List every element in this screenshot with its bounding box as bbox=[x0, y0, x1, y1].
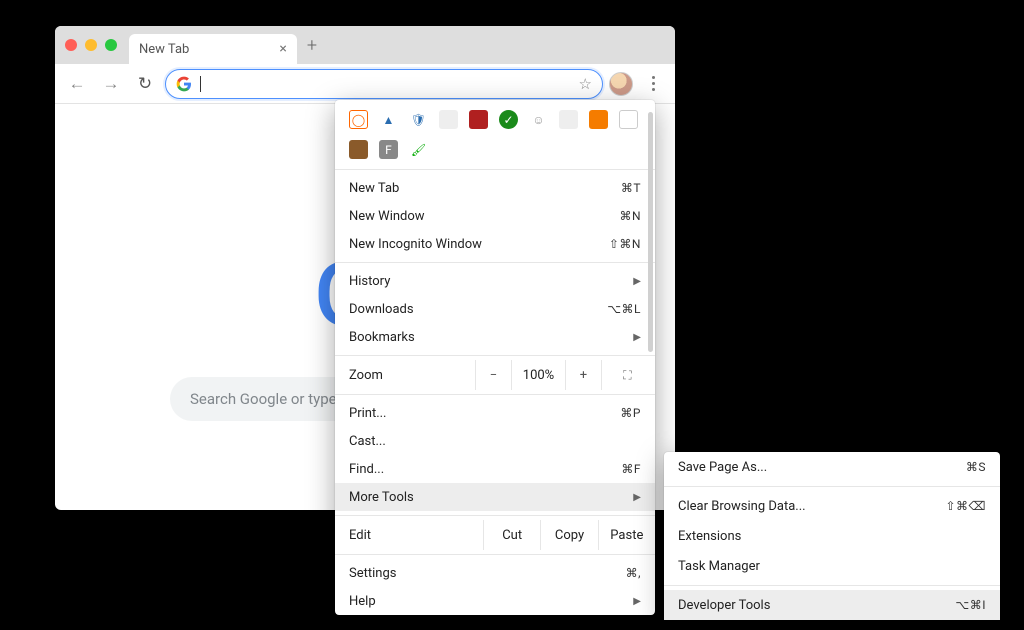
tab-title: New Tab bbox=[139, 42, 189, 57]
reload-button[interactable]: ↻ bbox=[131, 70, 159, 98]
back-button[interactable]: ← bbox=[63, 70, 91, 98]
tab-new-tab[interactable]: New Tab × bbox=[129, 34, 297, 64]
extension-icon[interactable]: 🖌 bbox=[409, 140, 428, 159]
menu-item-new-incognito[interactable]: New Incognito Window⇧⌘N bbox=[335, 230, 655, 258]
extension-icon[interactable] bbox=[349, 140, 368, 159]
maximize-window-button[interactable] bbox=[105, 39, 117, 51]
menu-item-history[interactable]: History▶ bbox=[335, 267, 655, 295]
extension-icon[interactable]: 🛡 bbox=[409, 110, 428, 129]
menu-scrollbar[interactable] bbox=[648, 112, 653, 352]
chevron-right-icon: ▶ bbox=[633, 492, 641, 503]
extensions-row: ◯ ▲ 🛡 ✓ ☺ F 🖌 bbox=[335, 100, 655, 165]
fullscreen-button[interactable]: ⛶ bbox=[601, 360, 655, 390]
menu-item-downloads[interactable]: Downloads⌥⌘L bbox=[335, 295, 655, 323]
menu-item-new-window[interactable]: New Window⌘N bbox=[335, 202, 655, 230]
extension-icon[interactable] bbox=[439, 110, 458, 129]
extension-icon[interactable]: ☺ bbox=[529, 110, 548, 129]
text-cursor bbox=[200, 76, 201, 92]
minimize-window-button[interactable] bbox=[85, 39, 97, 51]
menu-item-zoom: Zoom − 100% + ⛶ bbox=[335, 360, 655, 390]
submenu-item-extensions[interactable]: Extensions bbox=[664, 521, 1000, 551]
extension-icon[interactable]: ▲ bbox=[379, 110, 398, 129]
menu-item-more-tools[interactable]: More Tools▶ bbox=[335, 483, 655, 511]
close-tab-button[interactable]: × bbox=[279, 41, 286, 57]
zoom-level: 100% bbox=[511, 360, 565, 390]
chrome-menu-button[interactable] bbox=[639, 76, 667, 91]
titlebar: New Tab × + bbox=[55, 26, 675, 64]
extension-icon[interactable] bbox=[469, 110, 488, 129]
new-tab-button[interactable]: + bbox=[307, 35, 317, 56]
extension-icon[interactable] bbox=[619, 110, 638, 129]
forward-button[interactable]: → bbox=[97, 70, 125, 98]
extension-icon[interactable]: ◯ bbox=[349, 110, 368, 129]
extension-icon[interactable]: F bbox=[379, 140, 398, 159]
more-tools-submenu: Save Page As...⌘S Clear Browsing Data...… bbox=[664, 452, 1000, 620]
chevron-right-icon: ▶ bbox=[633, 276, 641, 287]
google-g-icon bbox=[176, 76, 192, 92]
submenu-item-developer-tools[interactable]: Developer Tools⌥⌘I bbox=[664, 590, 1000, 620]
submenu-item-save-page[interactable]: Save Page As...⌘S bbox=[664, 452, 1000, 482]
edit-copy-button[interactable]: Copy bbox=[540, 520, 597, 550]
chrome-main-menu: ◯ ▲ 🛡 ✓ ☺ F 🖌 New Tab⌘T New Window⌘N New… bbox=[335, 100, 655, 615]
zoom-in-button[interactable]: + bbox=[565, 360, 601, 390]
menu-item-cast[interactable]: Cast... bbox=[335, 427, 655, 455]
menu-item-bookmarks[interactable]: Bookmarks▶ bbox=[335, 323, 655, 351]
menu-item-edit: Edit Cut Copy Paste bbox=[335, 520, 655, 550]
chevron-right-icon: ▶ bbox=[633, 332, 641, 343]
extension-icon[interactable] bbox=[589, 110, 608, 129]
profile-avatar-button[interactable] bbox=[609, 72, 633, 96]
edit-paste-button[interactable]: Paste bbox=[598, 520, 655, 550]
toolbar: ← → ↻ ☆ bbox=[55, 64, 675, 104]
extension-icon[interactable]: ✓ bbox=[499, 110, 518, 129]
menu-item-find[interactable]: Find...⌘F bbox=[335, 455, 655, 483]
extension-icon[interactable] bbox=[559, 110, 578, 129]
menu-item-new-tab[interactable]: New Tab⌘T bbox=[335, 174, 655, 202]
bookmark-star-icon[interactable]: ☆ bbox=[579, 75, 592, 93]
window-controls bbox=[65, 39, 117, 51]
chevron-right-icon: ▶ bbox=[633, 596, 641, 607]
edit-cut-button[interactable]: Cut bbox=[483, 520, 540, 550]
submenu-item-task-manager[interactable]: Task Manager bbox=[664, 551, 1000, 581]
menu-item-print[interactable]: Print...⌘P bbox=[335, 399, 655, 427]
address-bar[interactable]: ☆ bbox=[165, 69, 603, 99]
close-window-button[interactable] bbox=[65, 39, 77, 51]
menu-item-settings[interactable]: Settings⌘, bbox=[335, 559, 655, 587]
zoom-out-button[interactable]: − bbox=[475, 360, 511, 390]
menu-item-help[interactable]: Help▶ bbox=[335, 587, 655, 615]
submenu-item-clear-browsing-data[interactable]: Clear Browsing Data...⇧⌘⌫ bbox=[664, 491, 1000, 521]
